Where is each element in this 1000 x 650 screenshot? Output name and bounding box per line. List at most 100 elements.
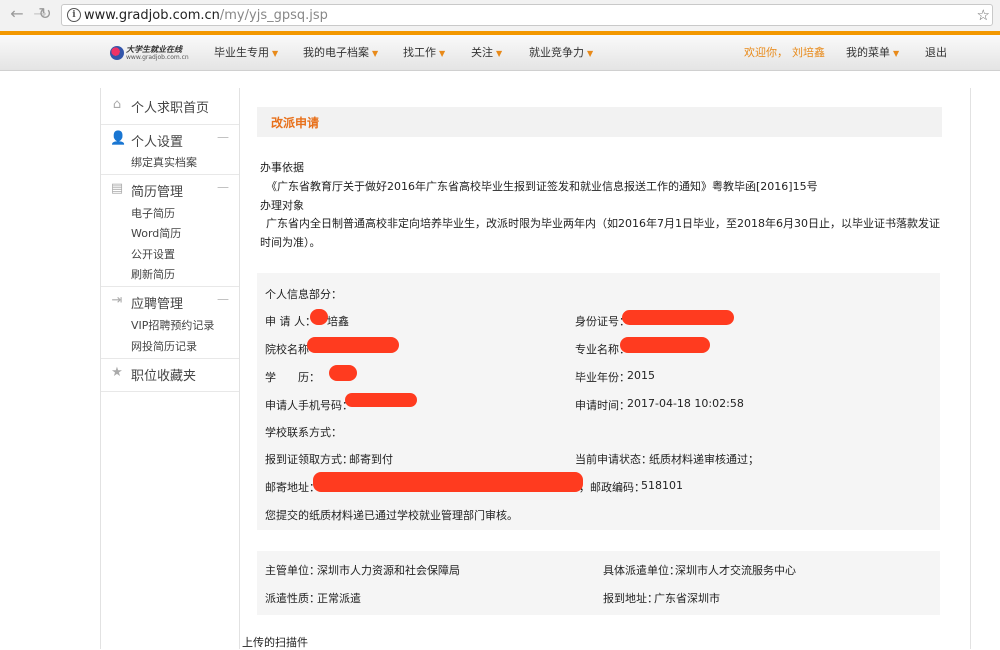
site-header: 大学生就业在线 www.gradjob.com.cn 毕业生专用 ▼ 我的电子档案… bbox=[0, 35, 1000, 71]
document-icon: ▤ bbox=[110, 181, 124, 196]
mail-address-label: 邮寄地址： bbox=[265, 481, 320, 494]
nav-follow[interactable]: 关注 ▼ bbox=[471, 35, 502, 70]
chevron-down-icon: ▼ bbox=[893, 49, 900, 58]
my-menu[interactable]: 我的菜单 ▼ bbox=[846, 35, 899, 70]
review-notice: 您提交的纸质材料递已通过学校就业管理部门审核。 bbox=[265, 509, 518, 522]
postcode-label: ，邮政编码： bbox=[579, 481, 645, 494]
user-icon: 👤 bbox=[110, 131, 127, 146]
sidebar-item-bind-archive[interactable]: 绑定真实档案 bbox=[131, 154, 197, 170]
chevron-down-icon: ▼ bbox=[587, 49, 594, 58]
reload-icon[interactable]: ↻ bbox=[36, 5, 54, 23]
nav-e-archive[interactable]: 我的电子档案 ▼ bbox=[303, 35, 378, 70]
home-icon: ⌂ bbox=[112, 97, 122, 112]
info-icon[interactable]: i bbox=[67, 8, 81, 22]
personal-info-panel: 个人信息部分： 申 请 人： 培鑫 身份证号： 院校名称 专业名称： 学 历： … bbox=[257, 273, 940, 530]
nav-competitiveness[interactable]: 就业竞争力 ▼ bbox=[529, 35, 593, 70]
dispatch-unit-value: 深圳市人才交流服务中心 bbox=[675, 564, 796, 577]
collapse-icon[interactable]: — bbox=[217, 130, 229, 144]
logout-link[interactable]: 退出 bbox=[925, 35, 947, 70]
postcode-value: 518101 bbox=[641, 479, 683, 492]
sidebar-group-resume[interactable]: 简历管理 bbox=[131, 181, 183, 200]
chevron-down-icon: ▼ bbox=[372, 49, 379, 58]
bookmark-star-icon[interactable]: ☆ bbox=[977, 6, 990, 24]
divider bbox=[101, 286, 239, 287]
grad-year-value: 2015 bbox=[627, 369, 655, 382]
sidebar-item-public-settings[interactable]: 公开设置 bbox=[131, 246, 175, 262]
target-label: 办理对象 bbox=[260, 199, 304, 212]
dept-label: 主管单位： bbox=[265, 564, 320, 577]
logo-url: www.gradjob.com.cn bbox=[126, 54, 189, 61]
target-text: 广东省内全日制普通高校非定向培养毕业生，改派时限为毕业两年内（如2016年7月1… bbox=[260, 217, 940, 249]
divider bbox=[101, 391, 239, 392]
apply-time-label: 申请时间： bbox=[575, 399, 630, 412]
apply-time-value: 2017-04-18 10:02:58 bbox=[627, 397, 744, 410]
redaction-mark bbox=[310, 309, 328, 325]
dispatch-type-label: 派遣性质： bbox=[265, 592, 320, 605]
sidebar-item-home[interactable]: 个人求职首页 bbox=[131, 97, 209, 116]
status-label: 当前申请状态： bbox=[575, 453, 652, 466]
divider bbox=[101, 358, 239, 359]
my-menu-label: 我的菜单 bbox=[846, 46, 890, 59]
sidebar-item-favorites[interactable]: 职位收藏夹 bbox=[131, 365, 196, 384]
logo-mark-icon bbox=[110, 46, 124, 60]
welcome-label: 欢迎你， bbox=[744, 46, 788, 59]
chevron-down-icon: ▼ bbox=[272, 49, 279, 58]
dispatch-type-value: 正常派遣 bbox=[317, 592, 361, 605]
divider bbox=[101, 174, 239, 175]
section-header: 改派申请 bbox=[257, 107, 942, 137]
redaction-mark bbox=[622, 310, 734, 325]
applicant-label: 申 请 人： bbox=[265, 315, 316, 328]
export-icon: ⇥ bbox=[111, 293, 123, 308]
redaction-mark bbox=[345, 393, 417, 407]
school-label: 院校名称 bbox=[265, 343, 309, 356]
dept-value: 深圳市人力资源和社会保障局 bbox=[317, 564, 460, 577]
url-host: www.gradjob.com.cn bbox=[84, 8, 220, 23]
nav-graduate[interactable]: 毕业生专用 ▼ bbox=[214, 35, 278, 70]
address-bar[interactable]: i www.gradjob.com.cn/my/yjs_gpsq.jsp ☆ bbox=[61, 4, 993, 26]
basis-label: 办事依据 bbox=[260, 161, 304, 174]
sidebar-group-settings[interactable]: 个人设置 bbox=[131, 131, 183, 150]
page-title: 改派申请 bbox=[271, 116, 320, 130]
browser-toolbar: ← → ↻ i www.gradjob.com.cn/my/yjs_gpsq.j… bbox=[0, 0, 1000, 32]
sidebar-item-vip-records[interactable]: VIP招聘预约记录 bbox=[131, 317, 214, 333]
applicant-value: 培鑫 bbox=[327, 315, 349, 328]
nav-label: 关注 bbox=[471, 46, 493, 59]
education-label: 学 历： bbox=[265, 371, 320, 384]
receive-method-value: 邮寄到付 bbox=[349, 453, 393, 466]
status-value: 纸质材料递审核通过； bbox=[649, 453, 759, 466]
nav-label: 我的电子档案 bbox=[303, 46, 369, 59]
dispatch-unit-label: 具体派遣单位： bbox=[603, 564, 680, 577]
basis-text: 《广东省教育厅关于做好2016年广东省高校毕业生报到证签发和就业信息报送工作的通… bbox=[266, 180, 818, 193]
grad-year-label: 毕业年份： bbox=[575, 371, 630, 384]
left-sidebar: ⌂ 个人求职首页 👤 个人设置 — 绑定真实档案 ▤ 简历管理 — 电子简历 W… bbox=[100, 88, 240, 649]
collapse-icon[interactable]: — bbox=[217, 292, 229, 306]
sidebar-item-online-resume-records[interactable]: 网投简历记录 bbox=[131, 338, 197, 354]
nav-label: 就业竞争力 bbox=[529, 46, 584, 59]
url-text[interactable]: www.gradjob.com.cn/my/yjs_gpsq.jsp bbox=[84, 8, 328, 23]
redaction-mark bbox=[329, 365, 357, 381]
nav-find-job[interactable]: 找工作 ▼ bbox=[403, 35, 445, 70]
sidebar-item-refresh-resume[interactable]: 刷新简历 bbox=[131, 266, 175, 282]
url-path: /my/yjs_gpsq.jsp bbox=[219, 8, 328, 23]
chevron-down-icon: ▼ bbox=[439, 49, 446, 58]
back-arrow-icon[interactable]: ← bbox=[8, 5, 26, 23]
main-content: 改派申请 办事依据 《广东省教育厅关于做好2016年广东省高校毕业生报到证签发和… bbox=[240, 88, 971, 649]
user-name[interactable]: 刘培鑫 bbox=[792, 46, 825, 59]
school-contact-label: 学校联系方式： bbox=[265, 426, 342, 439]
sidebar-group-apply[interactable]: 应聘管理 bbox=[131, 293, 183, 312]
uploaded-scans-label: 上传的扫描件 bbox=[242, 636, 308, 649]
site-logo[interactable]: 大学生就业在线 www.gradjob.com.cn bbox=[110, 44, 189, 62]
chevron-down-icon: ▼ bbox=[496, 49, 503, 58]
welcome-text: 欢迎你， 刘培鑫 bbox=[744, 35, 829, 70]
report-addr-label: 报到地址： bbox=[603, 592, 658, 605]
star-icon: ★ bbox=[111, 365, 123, 380]
collapse-icon[interactable]: — bbox=[217, 180, 229, 194]
report-addr-value: 广东省深圳市 bbox=[654, 592, 720, 605]
sidebar-item-e-resume[interactable]: 电子简历 bbox=[131, 205, 175, 221]
info-header: 个人信息部分： bbox=[265, 288, 342, 301]
redaction-mark bbox=[307, 337, 399, 353]
dispatch-info-panel: 主管单位： 深圳市人力资源和社会保障局 具体派遣单位： 深圳市人才交流服务中心 … bbox=[257, 551, 940, 615]
phone-label: 申请人手机号码： bbox=[265, 399, 353, 412]
sidebar-item-word-resume[interactable]: Word简历 bbox=[131, 225, 181, 241]
redaction-mark bbox=[313, 472, 583, 492]
